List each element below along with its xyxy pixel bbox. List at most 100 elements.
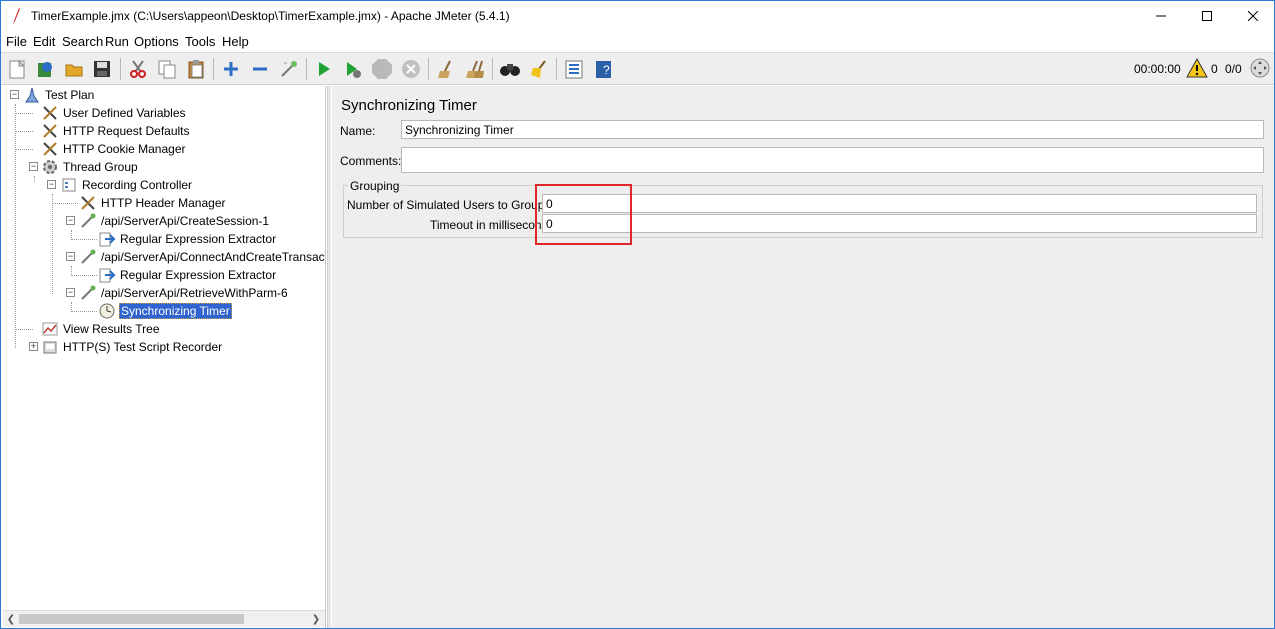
- title-bar: TimerExample.jmx (C:\Users\appeon\Deskto…: [1, 1, 1274, 31]
- collapse-retrieve-with-parm-toggle[interactable]: −: [66, 288, 75, 297]
- menu-run[interactable]: Run: [105, 34, 129, 49]
- collapse-create-session-toggle[interactable]: −: [66, 216, 75, 225]
- maximize-button[interactable]: [1184, 1, 1230, 31]
- tree-item-thread-group[interactable]: Thread Group: [41, 158, 139, 176]
- tree-item-label: Regular Expression Extractor: [120, 232, 277, 246]
- tree-item-label: /api/ServerApi/CreateSession-1: [101, 214, 270, 228]
- collapse-recording-controller-toggle[interactable]: −: [47, 180, 56, 189]
- users-to-group-label: Number of Simulated Users to Group by:: [347, 198, 564, 212]
- close-window-button[interactable]: [1230, 1, 1275, 31]
- help-button[interactable]: ?: [591, 57, 615, 81]
- templates-icon: [38, 62, 52, 77]
- collapse-all-button[interactable]: [248, 57, 272, 81]
- comments-field[interactable]: [401, 147, 1264, 173]
- menu-search[interactable]: Search: [62, 34, 103, 49]
- tree-item-create-session-sampler[interactable]: /api/ServerApi/CreateSession-1: [79, 212, 270, 230]
- menu-help[interactable]: Help: [222, 34, 249, 49]
- toolbar: ? 00:00:00 0 0/0: [1, 52, 1274, 85]
- scroll-right-icon[interactable]: ❯: [308, 611, 324, 627]
- tree-item-label: Recording Controller: [82, 178, 193, 192]
- collapse-test-plan-toggle[interactable]: −: [10, 90, 19, 99]
- warning-icon[interactable]: [1186, 57, 1208, 81]
- copy-button[interactable]: [155, 57, 179, 81]
- scissors-icon: [130, 60, 146, 78]
- copy-icon: [158, 60, 176, 79]
- cut-button[interactable]: [126, 57, 150, 81]
- clear-button[interactable]: [434, 57, 458, 81]
- search-button[interactable]: [498, 57, 522, 81]
- tree-item-label: Thread Group: [63, 160, 138, 174]
- config-wrench-icon: [41, 122, 59, 140]
- scrollbar-thumb[interactable]: [19, 614, 244, 624]
- stop-button[interactable]: [370, 57, 394, 81]
- timeout-field[interactable]: 0: [542, 214, 1257, 233]
- start-no-pauses-button[interactable]: [341, 57, 365, 81]
- tree-item-http-request-defaults[interactable]: HTTP Request Defaults: [41, 122, 191, 140]
- tree-item-retrieve-with-parm-sampler[interactable]: /api/ServerApi/RetrieveWithParm-6: [79, 284, 289, 302]
- new-button[interactable]: [5, 57, 29, 81]
- tree-horizontal-scrollbar[interactable]: ❮ ❯: [3, 610, 325, 627]
- reset-search-button[interactable]: [527, 57, 551, 81]
- tree-guide-line: [15, 329, 33, 330]
- tree-guide-line: [71, 311, 97, 312]
- collapse-thread-group-toggle[interactable]: −: [29, 162, 38, 171]
- tree-item-label: /api/ServerApi/ConnectAndCreateTransacti…: [101, 250, 326, 264]
- maximize-icon: [1202, 11, 1212, 21]
- name-field[interactable]: Synchronizing Timer: [401, 120, 1264, 139]
- close-icon: [1248, 11, 1258, 21]
- tree-item-view-results-tree[interactable]: View Results Tree: [41, 320, 161, 338]
- warning-count: 0: [1211, 62, 1218, 76]
- tree-item-connect-transaction-sampler[interactable]: /api/ServerApi/ConnectAndCreateTransacti…: [79, 248, 326, 266]
- panel-splitter[interactable]: [327, 86, 331, 628]
- play-icon: [319, 62, 330, 76]
- menu-options[interactable]: Options: [134, 34, 179, 49]
- tree-item-user-defined-variables[interactable]: User Defined Variables: [41, 104, 187, 122]
- paste-button[interactable]: [184, 57, 208, 81]
- tree-item-test-plan[interactable]: Test Plan: [23, 86, 95, 104]
- save-button[interactable]: [90, 57, 114, 81]
- expand-all-button[interactable]: [219, 57, 243, 81]
- post-processor-arrow-icon: [98, 230, 116, 248]
- scroll-left-icon[interactable]: ❮: [3, 611, 19, 627]
- menu-file[interactable]: File: [6, 34, 27, 49]
- tree-item-label: Test Plan: [45, 88, 95, 102]
- templates-button[interactable]: [33, 57, 57, 81]
- annotation-highlight-box: [535, 184, 632, 245]
- active-threads: 0/0: [1225, 62, 1242, 76]
- minimize-button[interactable]: [1138, 1, 1184, 31]
- svg-text:?: ?: [603, 63, 610, 77]
- users-to-group-field[interactable]: 0: [542, 194, 1257, 213]
- clear-all-button[interactable]: [463, 57, 487, 81]
- tree-item-regex-extractor-2[interactable]: Regular Expression Extractor: [98, 266, 277, 284]
- grouping-title: Grouping: [348, 179, 402, 193]
- config-wrench-icon: [41, 104, 59, 122]
- open-button[interactable]: [62, 57, 86, 81]
- tree-item-http-header-manager[interactable]: HTTP Header Manager: [79, 194, 227, 212]
- toggle-button[interactable]: [277, 57, 301, 81]
- menu-tools[interactable]: Tools: [185, 34, 215, 49]
- shutdown-button[interactable]: [399, 57, 423, 81]
- tree-guide-line: [15, 131, 33, 132]
- function-helper-button[interactable]: [562, 57, 586, 81]
- tree-guide-line: [71, 239, 97, 240]
- tree-item-http-cookie-manager[interactable]: HTTP Cookie Manager: [41, 140, 187, 158]
- tree-item-label: Regular Expression Extractor: [120, 268, 277, 282]
- toolbar-separator: [428, 58, 429, 80]
- tree-item-regex-extractor-1[interactable]: Regular Expression Extractor: [98, 230, 277, 248]
- plus-icon: [224, 62, 238, 76]
- tree-item-test-script-recorder[interactable]: HTTP(S) Test Script Recorder: [41, 338, 223, 356]
- jmeter-feather-icon: [11, 7, 21, 25]
- test-plan-tree: − − − − − − + Test Plan User Defined Var…: [3, 86, 326, 628]
- tree-item-recording-controller[interactable]: Recording Controller: [60, 176, 193, 194]
- tree-item-label: HTTP Request Defaults: [63, 124, 190, 138]
- start-button[interactable]: [312, 57, 336, 81]
- collapse-connect-transaction-toggle[interactable]: −: [66, 252, 75, 261]
- toggle-wand-icon: [281, 61, 297, 77]
- expand-recorder-toggle[interactable]: +: [29, 342, 38, 351]
- tree-item-synchronizing-timer[interactable]: Synchronizing Timer: [98, 302, 232, 320]
- tree-item-label: View Results Tree: [63, 322, 160, 336]
- comments-label: Comments:: [340, 154, 402, 168]
- stop-octagon-icon: [372, 59, 392, 79]
- menu-edit[interactable]: Edit: [33, 34, 55, 49]
- toolbar-separator: [120, 58, 121, 80]
